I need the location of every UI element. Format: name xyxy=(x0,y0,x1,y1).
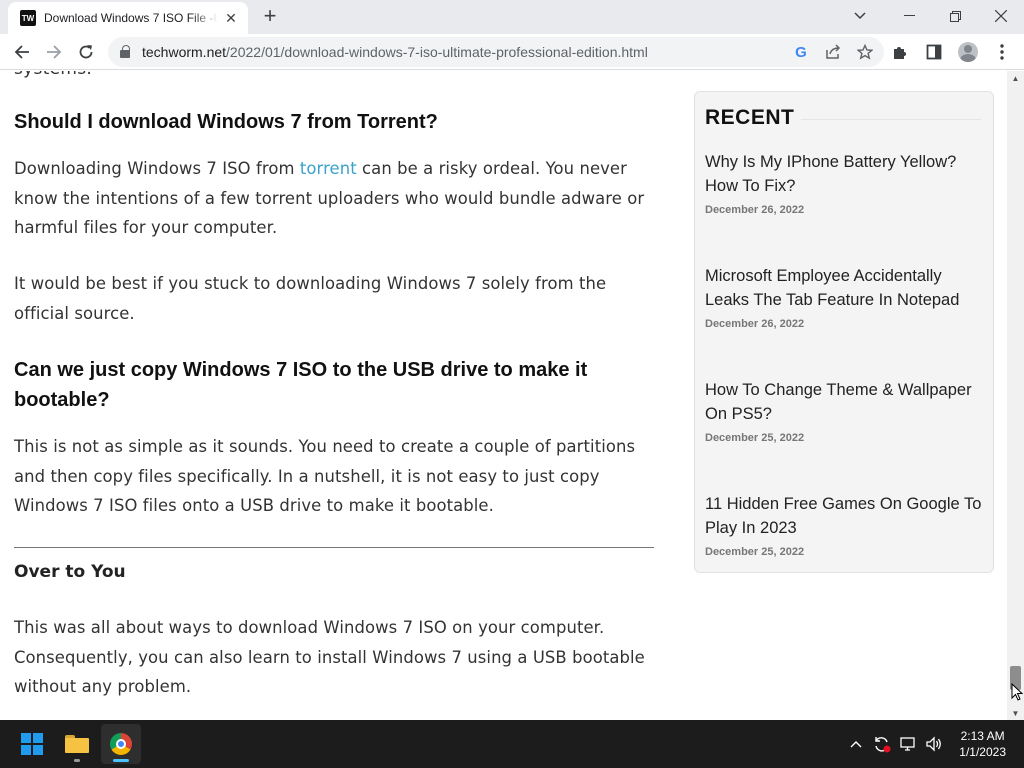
app-running-indicator xyxy=(74,759,80,762)
sync-alert-icon[interactable] xyxy=(872,734,892,754)
volume-icon[interactable] xyxy=(924,734,944,754)
heading-over-to-you: Over to You xyxy=(14,562,126,582)
restore-button[interactable] xyxy=(932,0,978,32)
paragraph-usb: This is not as simple as it sounds. You … xyxy=(14,437,636,516)
url-text[interactable]: techworm.net/2022/01/download-windows-7-… xyxy=(142,44,648,60)
paragraph-over-to-you: This was all about ways to download Wind… xyxy=(14,618,645,697)
scroll-down-arrow-icon[interactable]: ▼ xyxy=(1007,706,1024,720)
bookmark-star-icon[interactable] xyxy=(854,41,876,63)
back-arrow-icon xyxy=(14,44,29,59)
google-lens-icon[interactable]: G xyxy=(790,41,812,63)
tab-close-icon[interactable]: ✕ xyxy=(222,9,240,27)
url-path: /2022/01/download-windows-7-iso-ultimate… xyxy=(226,44,648,60)
recent-post-date: December 25, 2022 xyxy=(705,546,805,558)
close-window-button[interactable] xyxy=(978,0,1024,32)
show-hidden-icons-chevron-icon[interactable] xyxy=(846,734,866,754)
system-tray xyxy=(846,720,944,768)
new-tab-button[interactable]: + xyxy=(258,5,282,28)
browser-toolbar: techworm.net/2022/01/download-windows-7-… xyxy=(0,34,1024,70)
windows-taskbar: 2:13 AM 1/1/2023 xyxy=(0,720,1024,768)
page-scrollbar[interactable]: ▲ ▼ xyxy=(1007,71,1024,720)
taskbar-clock[interactable]: 2:13 AM 1/1/2023 xyxy=(959,728,1006,760)
extensions-puzzle-icon[interactable] xyxy=(884,36,916,68)
recent-post-item[interactable]: Microsoft Employee Accidentally Leaks Th… xyxy=(705,264,987,330)
recent-post-date: December 25, 2022 xyxy=(705,432,805,444)
menu-kebab-icon[interactable] xyxy=(986,36,1018,68)
recent-post-item[interactable]: How To Change Theme & Wallpaper On PS5? … xyxy=(705,378,987,444)
clock-time: 2:13 AM xyxy=(960,729,1005,743)
start-button[interactable] xyxy=(12,724,52,764)
section-divider xyxy=(14,547,654,548)
forward-button[interactable] xyxy=(38,36,70,68)
browser-titlebar: TW Download Windows 7 ISO File -Ultimate… xyxy=(0,0,1024,34)
recent-post-title[interactable]: Microsoft Employee Accidentally Leaks Th… xyxy=(705,264,987,312)
heading-torrent: Should I download Windows 7 from Torrent… xyxy=(14,111,438,133)
network-icon[interactable] xyxy=(898,734,918,754)
heading-usb: Can we just copy Windows 7 ISO to the US… xyxy=(14,359,588,411)
profile-avatar-icon[interactable] xyxy=(952,36,984,68)
scroll-up-arrow-icon[interactable]: ▲ xyxy=(1007,71,1024,85)
paragraph-torrent-text-1: Downloading Windows 7 ISO from xyxy=(14,159,300,178)
torrent-link[interactable]: torrent xyxy=(300,159,357,178)
side-panel-icon[interactable] xyxy=(918,36,950,68)
taskbar-chrome[interactable] xyxy=(101,724,141,764)
back-button[interactable] xyxy=(6,36,38,68)
recent-post-title[interactable]: Why Is My IPhone Battery Yellow? How To … xyxy=(705,150,987,198)
recent-post-date: December 26, 2022 xyxy=(705,318,805,330)
chrome-icon xyxy=(110,733,132,755)
reload-icon xyxy=(79,44,93,58)
browser-tab-active[interactable]: TW Download Windows 7 ISO File -Ultimate… xyxy=(8,2,248,34)
recent-post-item[interactable]: Why Is My IPhone Battery Yellow? How To … xyxy=(705,150,987,216)
windows-logo-icon xyxy=(21,733,43,755)
page-viewport[interactable]: systems. Should I download Windows 7 fro… xyxy=(0,71,1024,720)
recent-heading-rule xyxy=(801,119,981,120)
recent-post-date: December 26, 2022 xyxy=(705,204,805,216)
recent-heading: RECENT xyxy=(705,106,795,129)
recent-post-item[interactable]: 11 Hidden Free Games On Google To Play I… xyxy=(705,492,987,558)
clock-date: 1/1/2023 xyxy=(959,745,1006,759)
forward-arrow-icon xyxy=(47,44,62,59)
mouse-cursor-icon xyxy=(1011,683,1023,701)
lock-icon[interactable] xyxy=(120,45,132,59)
tab-title: Download Windows 7 ISO File -Ultimate Pr… xyxy=(44,11,218,25)
share-icon[interactable] xyxy=(822,41,844,63)
recent-post-title[interactable]: 11 Hidden Free Games On Google To Play I… xyxy=(705,492,987,540)
taskbar-file-explorer[interactable] xyxy=(57,724,97,764)
window-controls xyxy=(842,0,1024,32)
folder-icon xyxy=(65,735,89,753)
address-bar[interactable]: techworm.net/2022/01/download-windows-7-… xyxy=(108,37,884,67)
minimize-button[interactable] xyxy=(886,0,932,32)
clipped-text-line: systems. xyxy=(14,71,92,79)
recent-posts-widget: RECENT Why Is My IPhone Battery Yellow? … xyxy=(694,91,994,573)
site-favicon-icon: TW xyxy=(20,10,36,26)
url-host: techworm.net xyxy=(142,44,227,60)
reload-button[interactable] xyxy=(70,36,102,68)
app-active-indicator xyxy=(113,759,129,762)
tab-search-chevron-icon[interactable] xyxy=(842,0,878,32)
paragraph-torrent: Downloading Windows 7 ISO from torrent c… xyxy=(14,154,654,243)
recent-post-title[interactable]: How To Change Theme & Wallpaper On PS5? xyxy=(705,378,987,426)
paragraph-official-source: It would be best if you stuck to downloa… xyxy=(14,274,607,323)
